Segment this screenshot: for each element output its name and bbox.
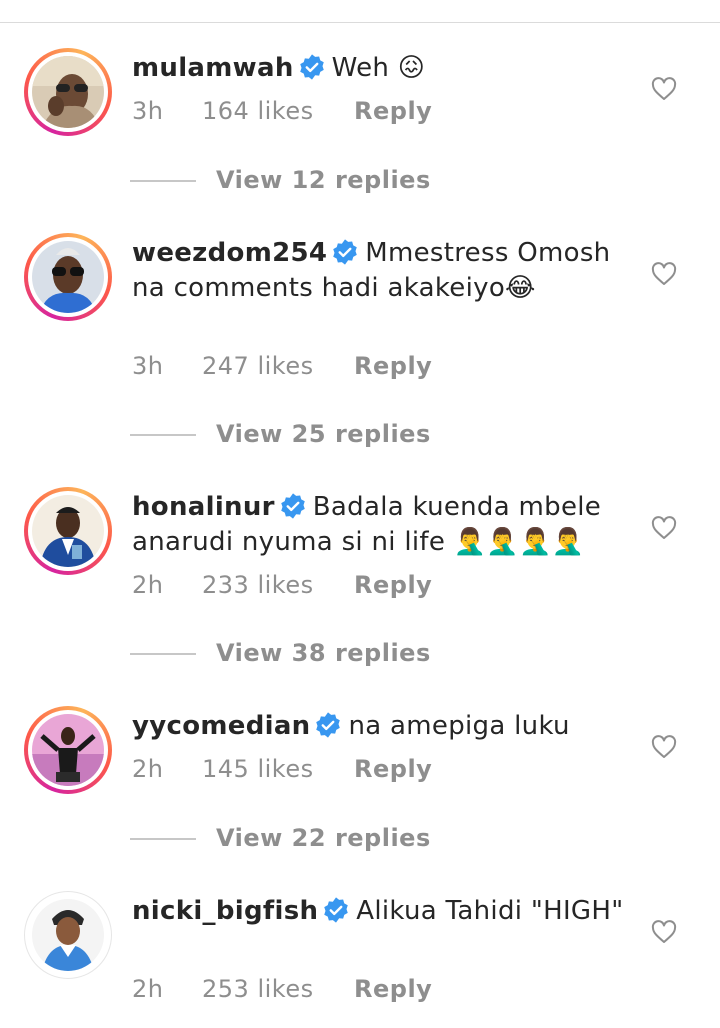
avatar-photo xyxy=(32,56,104,128)
comment-username[interactable]: honalinur xyxy=(132,492,275,522)
avatar[interactable] xyxy=(24,48,112,136)
avatar[interactable] xyxy=(24,891,112,979)
avatar-photo xyxy=(32,495,104,567)
comment-likes[interactable]: 164 likes xyxy=(202,97,354,125)
comment-time: 3h xyxy=(132,97,164,125)
comment-meta: 2h 145 likes Reply xyxy=(132,755,432,783)
comment-body: weezdom254 Mmestress Omosh na comments ha… xyxy=(132,236,632,306)
heart-icon[interactable] xyxy=(651,735,677,759)
comment-body: yycomedian na amepiga luku xyxy=(132,709,632,744)
view-replies-button[interactable]: View 22 replies xyxy=(130,824,430,854)
verified-badge-icon xyxy=(333,239,358,265)
comment-time: 2h xyxy=(132,975,164,1003)
comment-body: nicki_bigfish Alikua Tahidi "HIGH" xyxy=(132,894,632,929)
heart-icon[interactable] xyxy=(651,262,677,286)
avatar-photo xyxy=(32,241,104,313)
view-replies-label: View 25 replies xyxy=(216,420,431,448)
avatar-photo xyxy=(32,899,104,971)
divider-line xyxy=(130,653,196,655)
reply-button[interactable]: Reply xyxy=(354,571,432,599)
divider-line xyxy=(130,838,196,840)
view-replies-button[interactable]: View 12 replies xyxy=(130,166,430,196)
view-replies-button[interactable]: View 25 replies xyxy=(130,420,430,450)
avatar[interactable] xyxy=(24,487,112,575)
comment-username[interactable]: nicki_bigfish xyxy=(132,896,318,926)
comment-username[interactable]: mulamwah xyxy=(132,53,294,83)
verified-badge-icon xyxy=(316,712,341,738)
top-divider xyxy=(0,22,720,23)
comment-meta: 2h 233 likes Reply xyxy=(132,571,432,599)
verified-badge-icon xyxy=(299,54,324,80)
comment-likes[interactable]: 253 likes xyxy=(202,975,354,1003)
comment-meta: 3h 164 likes Reply xyxy=(132,97,432,125)
verified-badge-icon xyxy=(281,493,305,519)
reply-button[interactable]: Reply xyxy=(354,975,432,1003)
comment-likes[interactable]: 145 likes xyxy=(202,755,354,783)
comment-meta: 3h 247 likes Reply xyxy=(132,352,432,380)
reply-button[interactable]: Reply xyxy=(354,352,432,380)
comment-text: Weh 😖 xyxy=(331,53,426,83)
comment-body: mulamwah Weh 😖 xyxy=(132,51,632,86)
heart-icon[interactable] xyxy=(651,920,677,944)
comment-username[interactable]: weezdom254 xyxy=(132,238,327,268)
view-replies-label: View 38 replies xyxy=(216,639,431,667)
verified-badge-icon xyxy=(324,897,349,923)
comment-meta: 2h 253 likes Reply xyxy=(132,975,432,1003)
comment-time: 2h xyxy=(132,755,164,783)
comment-text: Alikua Tahidi "HIGH" xyxy=(356,896,624,926)
comment-username[interactable]: yycomedian xyxy=(132,711,310,741)
avatar-photo xyxy=(32,714,104,786)
comment-likes[interactable]: 233 likes xyxy=(202,571,354,599)
heart-icon[interactable] xyxy=(651,516,677,540)
heart-icon[interactable] xyxy=(651,77,677,101)
divider-line xyxy=(130,180,196,182)
avatar[interactable] xyxy=(24,706,112,794)
comment-text: na amepiga luku xyxy=(348,711,570,741)
reply-button[interactable]: Reply xyxy=(354,97,432,125)
comment-body: honalinur Badala kuenda mbele anarudi nyu… xyxy=(132,490,632,560)
comment-time: 3h xyxy=(132,352,164,380)
comment-time: 2h xyxy=(132,571,164,599)
view-replies-label: View 12 replies xyxy=(216,166,431,194)
comment-likes[interactable]: 247 likes xyxy=(202,352,354,380)
view-replies-button[interactable]: View 38 replies xyxy=(130,639,430,669)
divider-line xyxy=(130,434,196,436)
avatar[interactable] xyxy=(24,233,112,321)
view-replies-label: View 22 replies xyxy=(216,824,431,852)
reply-button[interactable]: Reply xyxy=(354,755,432,783)
